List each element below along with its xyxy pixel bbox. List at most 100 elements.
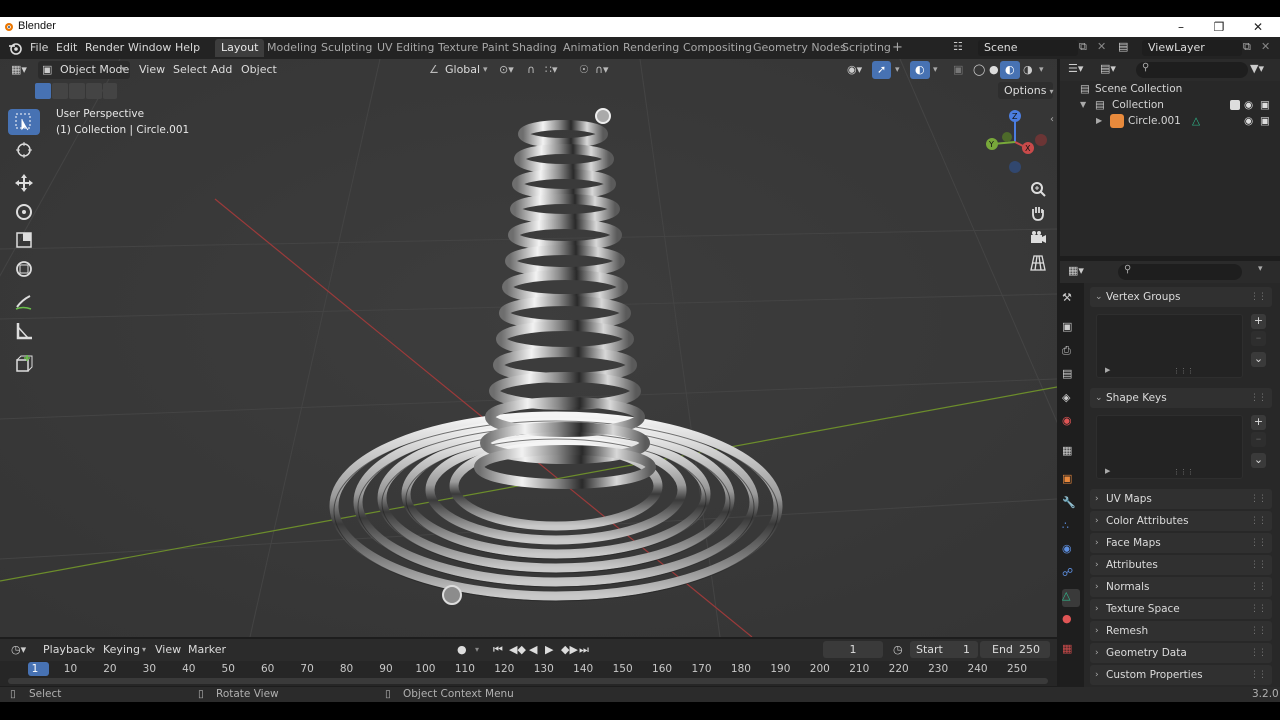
annotate-tool[interactable]	[8, 289, 40, 315]
properties-editor-icon[interactable]: ▦▾	[1068, 264, 1084, 277]
orientation-chevron-icon[interactable]: ▾	[478, 61, 493, 79]
properties-search-input[interactable]: ⚲	[1118, 264, 1242, 280]
sidebar-toggle-icon[interactable]: ‹	[1050, 114, 1054, 125]
view-layer-tab-icon[interactable]: ▤	[1062, 367, 1080, 385]
auto-key-chevron-icon[interactable]: ▾	[470, 641, 484, 659]
drag-grip-icon[interactable]: ⋮⋮	[1250, 643, 1267, 663]
outliner-row-scene-collection[interactable]: ▤ Scene Collection	[1064, 81, 1276, 97]
vertex-group-specials-button[interactable]: ⌄	[1251, 352, 1266, 367]
particles-tab-icon[interactable]: ∴	[1062, 519, 1080, 537]
shape-keys-list[interactable]: ▶ ⋮⋮⋮	[1096, 415, 1243, 479]
add-shape-key-button[interactable]: +	[1251, 415, 1266, 430]
drag-grip-icon[interactable]: ⋮⋮	[1250, 577, 1267, 597]
snap-icon[interactable]: ∩	[522, 61, 540, 79]
tab-shading[interactable]: Shading	[506, 39, 563, 57]
pan-hand-icon[interactable]	[1027, 202, 1049, 224]
select-box-tool[interactable]	[8, 109, 40, 135]
drag-grip-icon[interactable]: ⋮⋮	[1250, 533, 1267, 553]
mesh-data-icon[interactable]: △	[1192, 113, 1200, 129]
add-vertex-group-button[interactable]: +	[1251, 314, 1266, 329]
gizmo-toggle-icon[interactable]: ➚	[872, 61, 892, 79]
gizmo-chevron-icon[interactable]: ▾	[890, 61, 905, 79]
current-frame-field[interactable]: 1	[823, 641, 883, 658]
panel-remesh[interactable]: › Remesh ⋮⋮	[1090, 621, 1272, 641]
physics-tab-icon[interactable]: ◉	[1062, 542, 1080, 560]
end-frame-field[interactable]: End 250	[980, 641, 1050, 658]
transform-tool[interactable]	[8, 256, 40, 282]
drag-grip-icon[interactable]: ⋮⋮	[1250, 388, 1267, 408]
panel-face-maps[interactable]: › Face Maps ⋮⋮	[1090, 533, 1272, 553]
select-invert-icon[interactable]	[86, 83, 102, 99]
collection-visibility-eye-icon[interactable]: ◉	[1244, 97, 1253, 113]
object-visibility-eye-icon[interactable]: ◉	[1244, 113, 1253, 129]
material-tab-icon[interactable]: ●	[1062, 612, 1080, 630]
list-resize-grip-icon[interactable]: ⋮⋮⋮	[1173, 468, 1194, 476]
visibility-icon[interactable]: ◉▾	[842, 61, 867, 79]
start-frame-field[interactable]: Start 1	[910, 641, 978, 658]
measure-tool[interactable]	[8, 318, 40, 344]
panel-color-attributes[interactable]: › Color Attributes ⋮⋮	[1090, 511, 1272, 531]
world-tab-icon[interactable]: ◉	[1062, 414, 1080, 432]
cursor-tool[interactable]	[8, 137, 40, 163]
render-tab-icon[interactable]: ▣	[1062, 320, 1080, 338]
add-workspace-button[interactable]: +	[886, 39, 909, 57]
list-expand-icon[interactable]: ▶	[1105, 467, 1110, 475]
viewport-menu-add[interactable]: Add	[206, 61, 237, 79]
view-layer-field[interactable]: ViewLayer	[1142, 40, 1242, 56]
vertex-groups-list[interactable]: ▶ ⋮⋮⋮	[1096, 314, 1243, 378]
restore-button[interactable]: ❐	[1204, 18, 1234, 36]
blender-menu-icon[interactable]	[8, 41, 22, 55]
timeline-scrollbar[interactable]	[8, 678, 1048, 684]
list-expand-icon[interactable]: ▶	[1105, 366, 1110, 374]
timeline-menu-marker[interactable]: Marker	[183, 641, 231, 659]
outliner-search-input[interactable]: ⚲	[1136, 62, 1248, 78]
tab-compositing[interactable]: Compositing	[677, 39, 758, 57]
panel-texture-space[interactable]: › Texture Space ⋮⋮	[1090, 599, 1272, 619]
collection-render-camera-icon[interactable]: ▣	[1260, 97, 1270, 113]
panel-uv-maps[interactable]: › UV Maps ⋮⋮	[1090, 489, 1272, 509]
tab-rendering[interactable]: Rendering	[617, 39, 685, 57]
panel-shape-keys[interactable]: ⌄ Shape Keys ⋮⋮	[1090, 388, 1272, 408]
new-scene-icon[interactable]: ⧉	[1079, 40, 1095, 56]
properties-options-chevron-icon[interactable]: ▾	[1258, 264, 1263, 274]
viewport-menu-object[interactable]: Object	[236, 61, 282, 79]
expand-collection-icon[interactable]: ▼	[1080, 97, 1086, 113]
mode-selector[interactable]: ▣ Object Mode ▾	[38, 61, 130, 79]
view-layer-icon[interactable]: ▤	[1118, 40, 1140, 56]
panel-vertex-groups[interactable]: ⌄ Vertex Groups ⋮⋮	[1090, 287, 1272, 307]
camera-view-icon[interactable]	[1027, 227, 1049, 249]
tab-animation[interactable]: Animation	[557, 39, 625, 57]
3d-viewport[interactable]	[0, 59, 1057, 637]
delete-view-layer-icon[interactable]: ✕	[1261, 40, 1275, 56]
data-tab-icon[interactable]: △	[1062, 589, 1080, 607]
tool-tab-icon[interactable]: ⚒	[1062, 291, 1080, 309]
shape-key-specials-button[interactable]: ⌄	[1251, 453, 1266, 468]
timeline-editor-icon[interactable]: ◷▾	[6, 641, 31, 659]
new-view-layer-icon[interactable]: ⧉	[1243, 40, 1259, 56]
tab-sculpting[interactable]: Sculpting	[315, 39, 378, 57]
editor-type-icon[interactable]: ▦▾	[6, 61, 32, 79]
panel-normals[interactable]: › Normals ⋮⋮	[1090, 577, 1272, 597]
menu-edit[interactable]: Edit	[52, 40, 81, 56]
minimize-button[interactable]: –	[1166, 18, 1196, 36]
zoom-icon[interactable]	[1027, 178, 1049, 200]
filter-icon[interactable]: ▼▾	[1250, 62, 1264, 75]
scene-selector-icon[interactable]: ☷	[953, 40, 975, 56]
scene-field[interactable]: Scene	[978, 40, 1078, 56]
collection-checkbox[interactable]	[1230, 100, 1240, 110]
drag-grip-icon[interactable]: ⋮⋮	[1250, 599, 1267, 619]
record-keyframe-icon[interactable]: ●	[452, 641, 472, 659]
close-window-button[interactable]: ✕	[1243, 18, 1273, 36]
falloff-icon[interactable]: ∩▾	[590, 61, 614, 79]
outliner-row-object[interactable]: ▶ Circle.001 △ ◉ ▣	[1064, 113, 1276, 129]
overlay-chevron-icon[interactable]: ▾	[928, 61, 943, 79]
options-button[interactable]: Options ▾	[998, 82, 1053, 99]
snap-target-icon[interactable]: ∷▾	[540, 61, 563, 79]
perspective-toggle-icon[interactable]	[1027, 252, 1049, 274]
delete-scene-icon[interactable]: ✕	[1097, 40, 1111, 56]
panel-custom-properties[interactable]: › Custom Properties ⋮⋮	[1090, 665, 1272, 685]
tab-texture-paint[interactable]: Texture Paint	[432, 39, 515, 57]
select-new-icon[interactable]	[35, 83, 51, 99]
stopwatch-icon[interactable]: ◷	[888, 641, 908, 659]
display-mode-icon[interactable]: ▤▾	[1100, 62, 1116, 75]
